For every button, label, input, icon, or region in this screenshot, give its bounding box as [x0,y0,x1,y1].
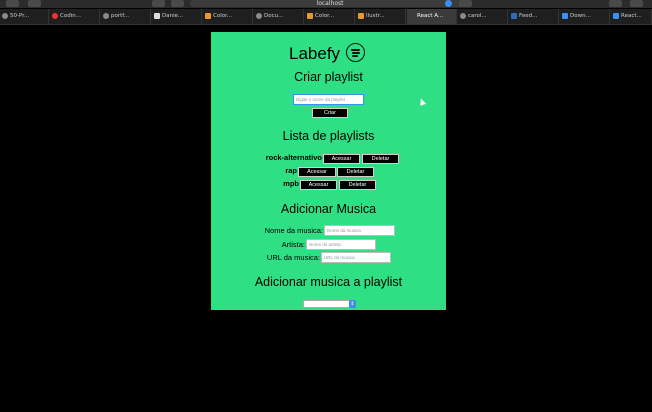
playlist-select[interactable]: ⇕ [303,300,356,308]
add-to-playlist-heading: Adicionar musica a playlist [254,275,403,289]
tab[interactable]: Danie... [152,9,202,24]
access-button[interactable]: Acessar [298,167,336,177]
back-button[interactable] [6,0,19,7]
add-music-heading: Adicionar Musica [280,202,377,216]
artist-label: Artista: [281,240,305,249]
music-name-input[interactable]: Nome da musica [324,225,395,236]
playlist-name-input[interactable]: Digite o nome da playlist [293,94,364,105]
create-button[interactable]: Criar [312,108,348,118]
favicon-icon [256,13,262,19]
music-url-input[interactable]: URL da musica [321,252,391,263]
tab[interactable]: portf... [101,9,151,24]
playlist-name: rock-alternativo [265,153,322,162]
tab[interactable]: Color... [305,9,355,24]
tab[interactable]: Down... [560,9,610,24]
extension-icon[interactable] [171,0,184,7]
tab[interactable]: carol... [458,9,508,24]
tabs-overview-button[interactable] [630,0,643,7]
privacy-icon[interactable] [152,0,165,7]
download-indicator-icon[interactable] [445,0,452,7]
youtube-icon [52,13,58,19]
illustration-icon [358,13,364,19]
tab[interactable]: Color... [203,9,253,24]
download-icon [562,13,568,19]
favicon-icon [154,13,160,19]
react-icon [613,13,619,19]
app-title: Labefy [289,44,341,63]
playlist-name: mpb [283,179,299,188]
labefy-page: Labefy Criar playlist Digite o nome da p… [211,32,446,310]
tab[interactable]: React... [611,9,652,24]
color-icon [205,13,211,19]
delete-button[interactable]: Deletar [362,154,399,164]
browser-toolbar: localhost [0,0,652,8]
spotify-logo-icon [346,43,365,62]
playlist-list-heading: Lista de playlists [282,129,375,143]
music-name-label: Nome da musica: [264,226,323,235]
tab[interactable]: Codin... [50,9,100,24]
access-button[interactable]: Acessar [300,180,337,190]
share-button[interactable] [609,0,622,7]
delete-button[interactable]: Deletar [339,180,376,190]
tab[interactable]: Feed... [509,9,559,24]
delete-button[interactable]: Deletar [337,167,374,177]
tab-bar: 50-Pr... Codin... portf... Danie... Colo… [0,9,652,25]
select-arrow-icon: ⇕ [349,300,356,308]
create-playlist-heading: Criar playlist [294,70,363,84]
tab[interactable]: Docu... [254,9,304,24]
linkedin-icon [511,13,517,19]
tab[interactable]: 50-Pr... [0,9,49,24]
github-icon [103,13,109,19]
access-button[interactable]: Acessar [323,154,360,164]
music-url-label: URL da musica: [266,253,320,262]
tab[interactable]: Ilustr... [356,9,406,24]
sidebar-button[interactable] [28,0,41,7]
favicon-icon [2,13,8,19]
artist-input[interactable]: Nome do artista [306,239,376,250]
playlist-name: rap [285,166,297,175]
reload-icon[interactable] [459,0,472,7]
brand-header: Labefy [211,40,446,64]
address-bar[interactable]: localhost [190,0,470,7]
tab-active[interactable]: React A... [407,9,457,24]
github-icon [460,13,466,19]
color-icon [307,13,313,19]
